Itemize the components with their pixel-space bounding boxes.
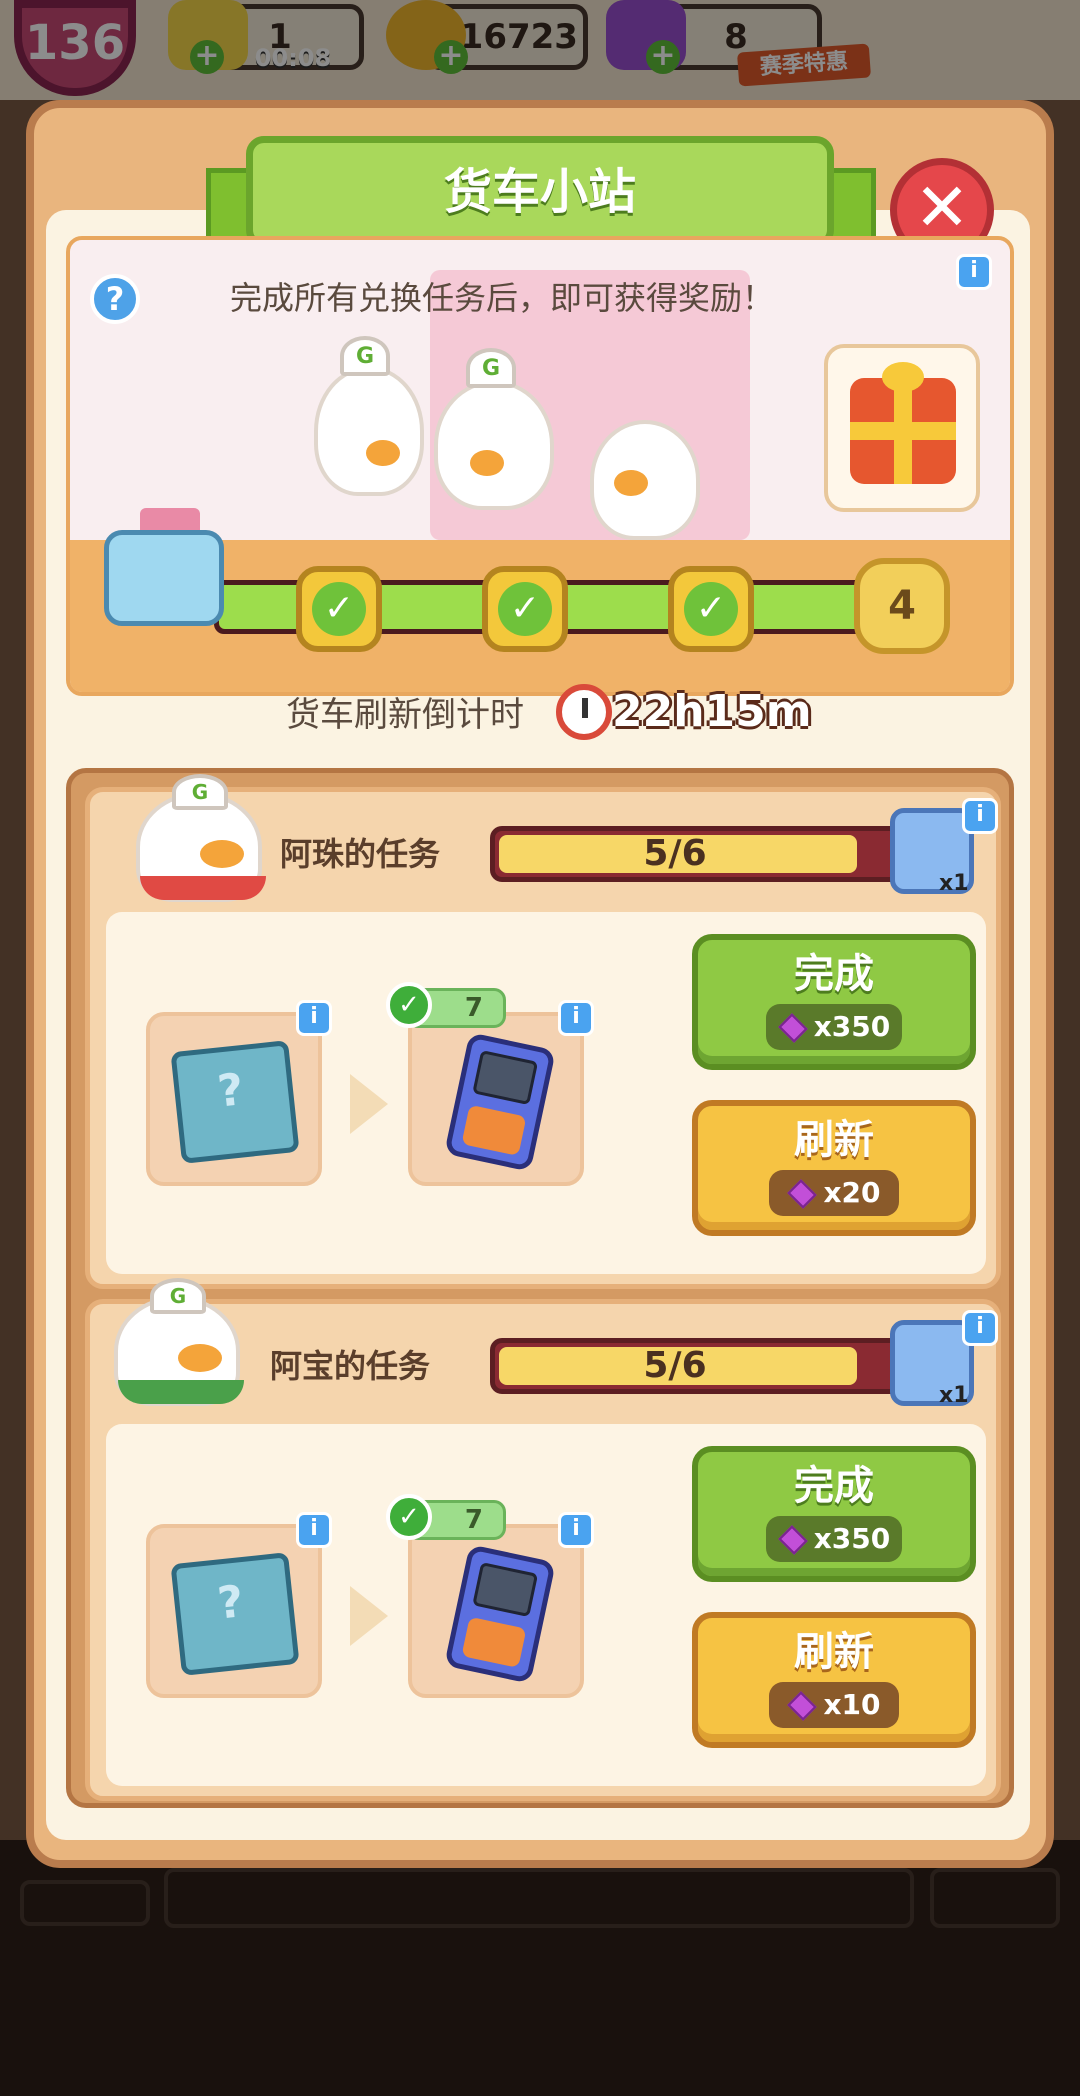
- complete-button-label: 完成: [794, 951, 874, 997]
- console-screen: [472, 1049, 539, 1106]
- check-icon: ✓: [684, 582, 738, 636]
- task-progress-bar: 5/6: [490, 826, 940, 882]
- refresh-button[interactable]: 刷新 x10: [692, 1612, 976, 1748]
- task-card: G 阿珠的任务 5/6 x1 i ? i 7 ✓ i 完成 x350 刷新 x2…: [85, 774, 1001, 1289]
- chef-duck-avatar: G: [136, 774, 266, 902]
- game-console-icon: [444, 1544, 556, 1684]
- check-icon: ✓: [498, 582, 552, 636]
- task-progress-bar: 5/6: [490, 1338, 940, 1394]
- help-icon[interactable]: ?: [90, 274, 140, 324]
- refresh-cost: x20: [769, 1170, 899, 1216]
- check-icon: ✓: [386, 982, 432, 1028]
- duck-cap: G: [340, 336, 390, 376]
- map-piece-icon: ?: [170, 1040, 300, 1164]
- final-reward-box[interactable]: [824, 344, 980, 512]
- question-mark-icon: ?: [215, 1576, 246, 1630]
- truck-icon: [104, 530, 224, 626]
- clock-hand: [582, 698, 588, 718]
- gift-bow: [882, 362, 924, 392]
- duck-beak: [200, 840, 244, 868]
- info-icon[interactable]: i: [296, 1000, 332, 1036]
- console-pad: [461, 1616, 527, 1668]
- complete-cost-value: x350: [813, 1522, 891, 1555]
- game-console-icon: [444, 1032, 556, 1172]
- source-item-slot[interactable]: ?: [146, 1012, 322, 1186]
- info-icon[interactable]: i: [296, 1512, 332, 1548]
- duck-beak: [178, 1344, 222, 1372]
- chef-cap: G: [150, 1278, 206, 1314]
- chef-duck-avatar: G: [114, 1278, 244, 1406]
- tasks-area: G 阿珠的任务 5/6 x1 i ? i 7 ✓ i 完成 x350 刷新 x2…: [66, 768, 1014, 1808]
- map-piece-icon: ?: [170, 1552, 300, 1676]
- milestone-1: ✓: [296, 566, 382, 652]
- refresh-cost-value: x10: [823, 1688, 881, 1721]
- duck-character: [314, 366, 424, 496]
- gem-icon: [777, 1013, 808, 1043]
- info-icon[interactable]: i: [956, 254, 992, 290]
- final-milestone-star: 4: [854, 558, 950, 654]
- task-name: 阿珠的任务: [280, 835, 441, 873]
- check-icon: ✓: [386, 1494, 432, 1540]
- info-icon[interactable]: i: [558, 1512, 594, 1548]
- arrow-right-icon: [350, 1586, 388, 1646]
- gem-icon: [787, 1691, 818, 1721]
- refresh-cost-value: x20: [823, 1176, 881, 1209]
- question-mark-icon: ?: [215, 1064, 246, 1118]
- source-item-slot[interactable]: ?: [146, 1524, 322, 1698]
- console-screen: [472, 1561, 539, 1618]
- apron: [140, 876, 266, 900]
- task-progress-text: 5/6: [643, 833, 707, 874]
- countdown-value: 22h15m: [612, 686, 812, 737]
- info-icon[interactable]: i: [962, 1310, 998, 1346]
- info-icon[interactable]: i: [962, 798, 998, 834]
- gift-icon: [850, 362, 956, 484]
- refresh-button[interactable]: 刷新 x20: [692, 1100, 976, 1236]
- task-progress-text: 5/6: [643, 1345, 707, 1386]
- complete-cost: x350: [765, 1004, 903, 1050]
- apron: [118, 1380, 244, 1404]
- panel-title: 货车小站: [246, 136, 834, 248]
- complete-cost-value: x350: [813, 1010, 891, 1043]
- milestone-3: ✓: [668, 566, 754, 652]
- duck-character: [434, 380, 554, 510]
- complete-button[interactable]: 完成 x350: [692, 1446, 976, 1582]
- arrow-right-icon: [350, 1074, 388, 1134]
- refresh-cost: x10: [769, 1682, 899, 1728]
- task-card: G 阿宝的任务 5/6 x1 i ? i 7 ✓ i 完成 x350 刷新 x1…: [85, 1278, 1001, 1801]
- reward-box-count: x1: [939, 871, 969, 896]
- clock-icon: [556, 684, 612, 740]
- duck-beak: [366, 440, 400, 466]
- task-body: ? i 7 ✓ i 完成 x350 刷新 x10: [106, 1424, 986, 1786]
- task-name: 阿宝的任务: [270, 1347, 431, 1385]
- duck-beak: [470, 450, 504, 476]
- refresh-button-label: 刷新: [794, 1117, 874, 1163]
- task-body: ? i 7 ✓ i 完成 x350 刷新 x20: [106, 912, 986, 1274]
- gift-ribbon: [850, 422, 956, 440]
- duck-cap: G: [466, 348, 516, 388]
- gem-icon: [777, 1525, 808, 1555]
- countdown-label: 货车刷新倒计时: [286, 695, 524, 735]
- gem-icon: [787, 1179, 818, 1209]
- refresh-button-label: 刷新: [794, 1629, 874, 1675]
- check-icon: ✓: [312, 582, 366, 636]
- duck-beak: [614, 470, 648, 496]
- chef-cap: G: [172, 774, 228, 810]
- reward-banner: G G ? 完成所有兑换任务后，即可获得奖励！ i ✓ ✓ ✓ 4: [66, 236, 1014, 696]
- banner-description: 完成所有兑换任务后，即可获得奖励！: [230, 279, 775, 317]
- reward-box-count: x1: [939, 1383, 969, 1408]
- complete-button-label: 完成: [794, 1463, 874, 1509]
- complete-cost: x350: [765, 1516, 903, 1562]
- milestone-2: ✓: [482, 566, 568, 652]
- target-item-slot[interactable]: [408, 1524, 584, 1698]
- console-pad: [461, 1104, 527, 1156]
- info-icon[interactable]: i: [558, 1000, 594, 1036]
- complete-button[interactable]: 完成 x350: [692, 934, 976, 1070]
- target-item-slot[interactable]: [408, 1012, 584, 1186]
